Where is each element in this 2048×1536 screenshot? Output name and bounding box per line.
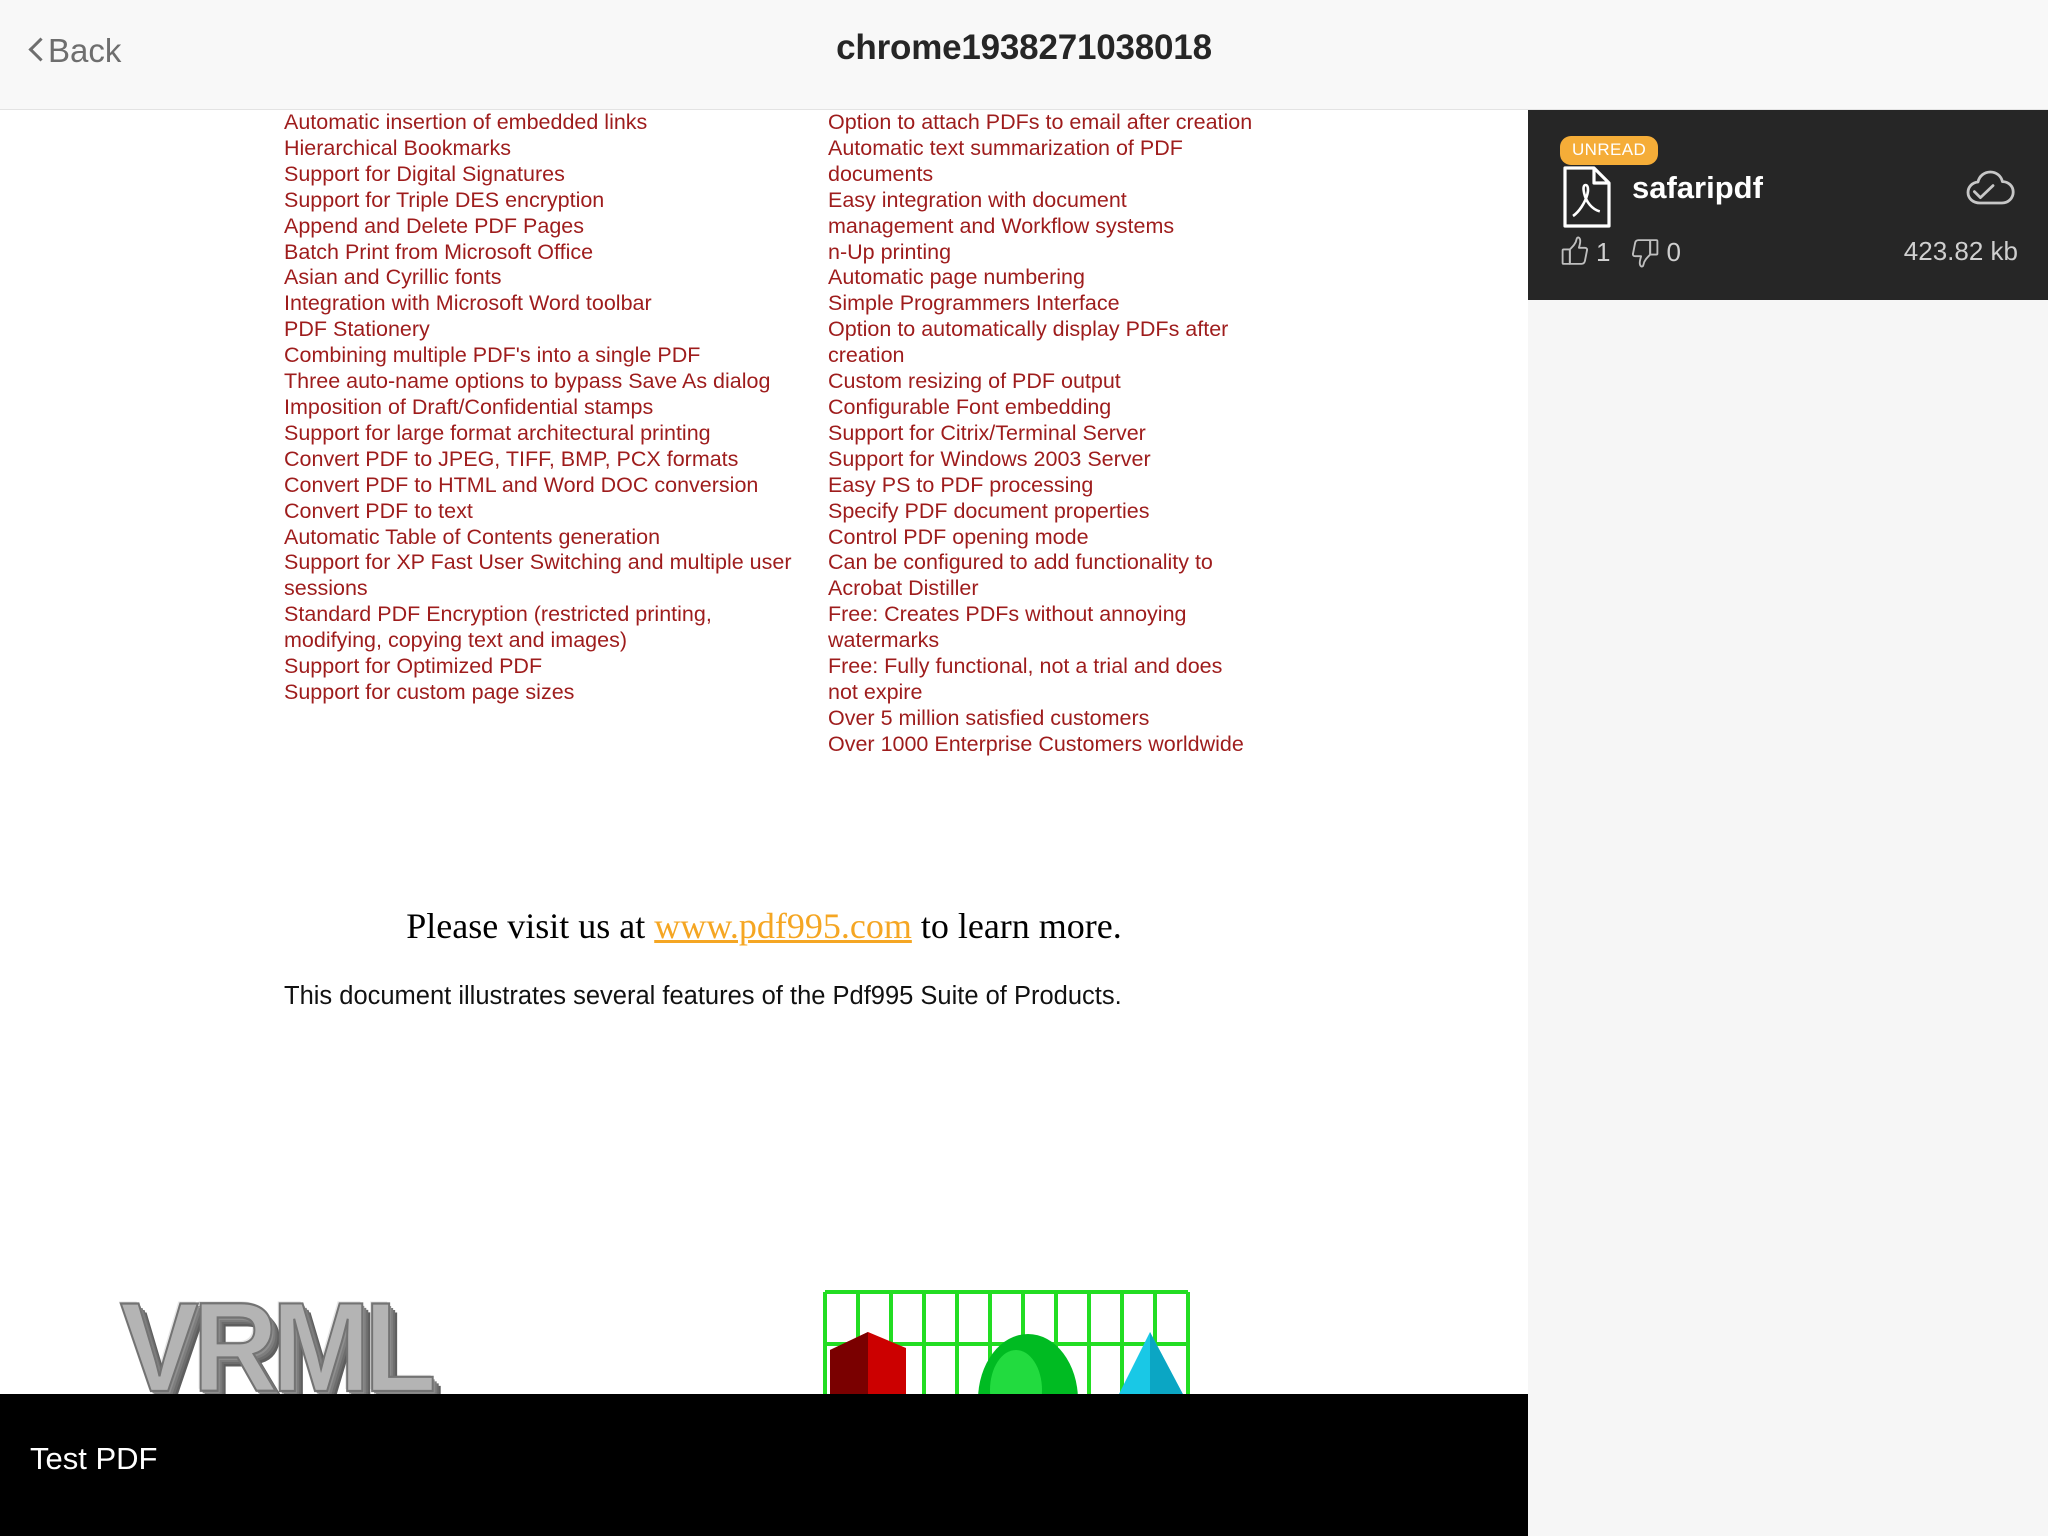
file-size: 423.82 kb (1903, 236, 2018, 266)
dislike-stat[interactable]: 0 (1630, 236, 1681, 268)
feature-item: Can be configured to add functionality t… (828, 550, 1213, 601)
feature-item: Option to attach PDFs to email after cre… (828, 110, 1253, 134)
feature-item: n-Up printing (828, 239, 952, 264)
feature-item: Standard PDF Encryption (restricted prin… (284, 602, 712, 653)
feature-item: Option to automatically display PDFs aft… (828, 317, 1229, 368)
feature-item: Support for Citrix/Terminal Server (828, 420, 1146, 445)
pdf-file-icon (1561, 165, 1613, 234)
status-badge: UNREAD (1560, 136, 1659, 165)
feature-item: Three auto-name options to bypass Save A… (284, 369, 771, 394)
like-stat[interactable]: 1 (1560, 236, 1610, 268)
page-title: chrome1938271038018 (836, 28, 1212, 67)
feature-item: Support for Digital Signatures (284, 161, 565, 186)
document-name: safaripdf (1632, 170, 1763, 205)
feature-item: Configurable Font embedding (828, 394, 1112, 419)
feature-item: Easy PS to PDF processing (828, 472, 1094, 497)
pdf-page: Automatic insertion of embedded links Hie… (0, 110, 1528, 1536)
visit-prefix: Please visit us at (406, 906, 655, 946)
thumb-down-icon (1632, 239, 1659, 268)
feature-item: Batch Print from Microsoft Office (284, 239, 594, 264)
feature-item: Imposition of Draft/Confidential stamps (284, 394, 654, 419)
feature-item: Support for Optimized PDF (284, 654, 543, 679)
feature-item: Combining multiple PDF's into a single P… (284, 343, 701, 368)
like-count: 1 (1596, 236, 1611, 267)
feature-item: Over 5 million satisfied customers (828, 705, 1150, 730)
card-stats: 1 0 (1560, 236, 1681, 268)
feature-item: Custom resizing of PDF output (828, 369, 1121, 394)
vrml-logo: VRML (119, 1276, 437, 1400)
feature-item: Free: Creates PDFs without annoying wate… (828, 602, 1187, 653)
feature-item: Free: Fully functional, not a trial and … (828, 654, 1223, 704)
feature-item: Convert PDF to JPEG, TIFF, BMP, PCX form… (284, 446, 739, 471)
feature-item: Automatic insertion of embedded links (284, 110, 648, 134)
feature-item: Convert PDF to HTML and Word DOC convers… (284, 472, 759, 497)
feature-item: Support for Triple DES encryption (284, 187, 605, 212)
cloud-check-icon[interactable] (1966, 170, 2018, 215)
feature-list-right: Option to attach PDFs to email after cre… (828, 110, 1258, 758)
caption-title: Test PDF (30, 1441, 158, 1476)
feature-item: Integration with Microsoft Word toolbar (284, 291, 652, 316)
feature-item: Convert PDF to text (284, 498, 473, 523)
feature-item: Specify PDF document properties (828, 498, 1150, 523)
side-panel: UNREAD safaripdf 1 0 423.82 kb (1528, 110, 2048, 1536)
feature-item: Over 1000 Enterprise Customers worldwide (828, 731, 1244, 756)
feature-item: Asian and Cyrillic fonts (284, 265, 502, 290)
feature-item: Support for Windows 2003 Server (828, 446, 1151, 471)
visit-suffix: to learn more. (911, 906, 1122, 946)
feature-item: Support for XP Fast User Switching and m… (284, 550, 792, 601)
visit-line: Please visit us at www.pdf995.com to lea… (0, 905, 1528, 947)
feature-item: Append and Delete PDF Pages (284, 213, 585, 238)
feature-item: Automatic Table of Contents generation (284, 524, 661, 549)
illustrates-text: This document illustrates several featur… (284, 982, 1122, 1010)
feature-item: PDF Stationery (284, 317, 430, 342)
vrml-scene-graphic (823, 1290, 1190, 1400)
pdf-viewer-app: Back chrome1938271038018 Automatic inser… (0, 0, 2048, 1536)
thumb-up-icon (1561, 236, 1589, 265)
pdf-bottom-graphic: VRML (0, 1270, 1528, 1400)
dislike-count: 0 (1666, 236, 1681, 267)
feature-item: Simple Programmers Interface (828, 291, 1120, 316)
app-header: Back chrome1938271038018 (0, 0, 2048, 110)
pdf995-link[interactable]: www.pdf995.com (654, 906, 912, 946)
feature-item: Support for large format architectural p… (284, 420, 711, 445)
feature-item: Hierarchical Bookmarks (284, 135, 512, 160)
feature-item: Automatic text summarization of PDF docu… (828, 135, 1183, 186)
feature-item: Support for custom page sizes (284, 679, 575, 704)
feature-item: Automatic page numbering (828, 265, 1085, 290)
feature-list-left: Automatic insertion of embedded links Hie… (284, 110, 804, 758)
feature-item: Control PDF opening mode (828, 524, 1089, 549)
feature-item: Easy integration with document managemen… (828, 187, 1175, 238)
caption-bar: Test PDF (0, 1394, 1528, 1536)
feature-columns: Automatic insertion of embedded links Hie… (284, 110, 1284, 758)
document-viewer[interactable]: Automatic insertion of embedded links Hie… (0, 110, 1528, 1536)
document-card[interactable]: UNREAD safaripdf 1 0 423.82 kb (1528, 110, 2048, 300)
